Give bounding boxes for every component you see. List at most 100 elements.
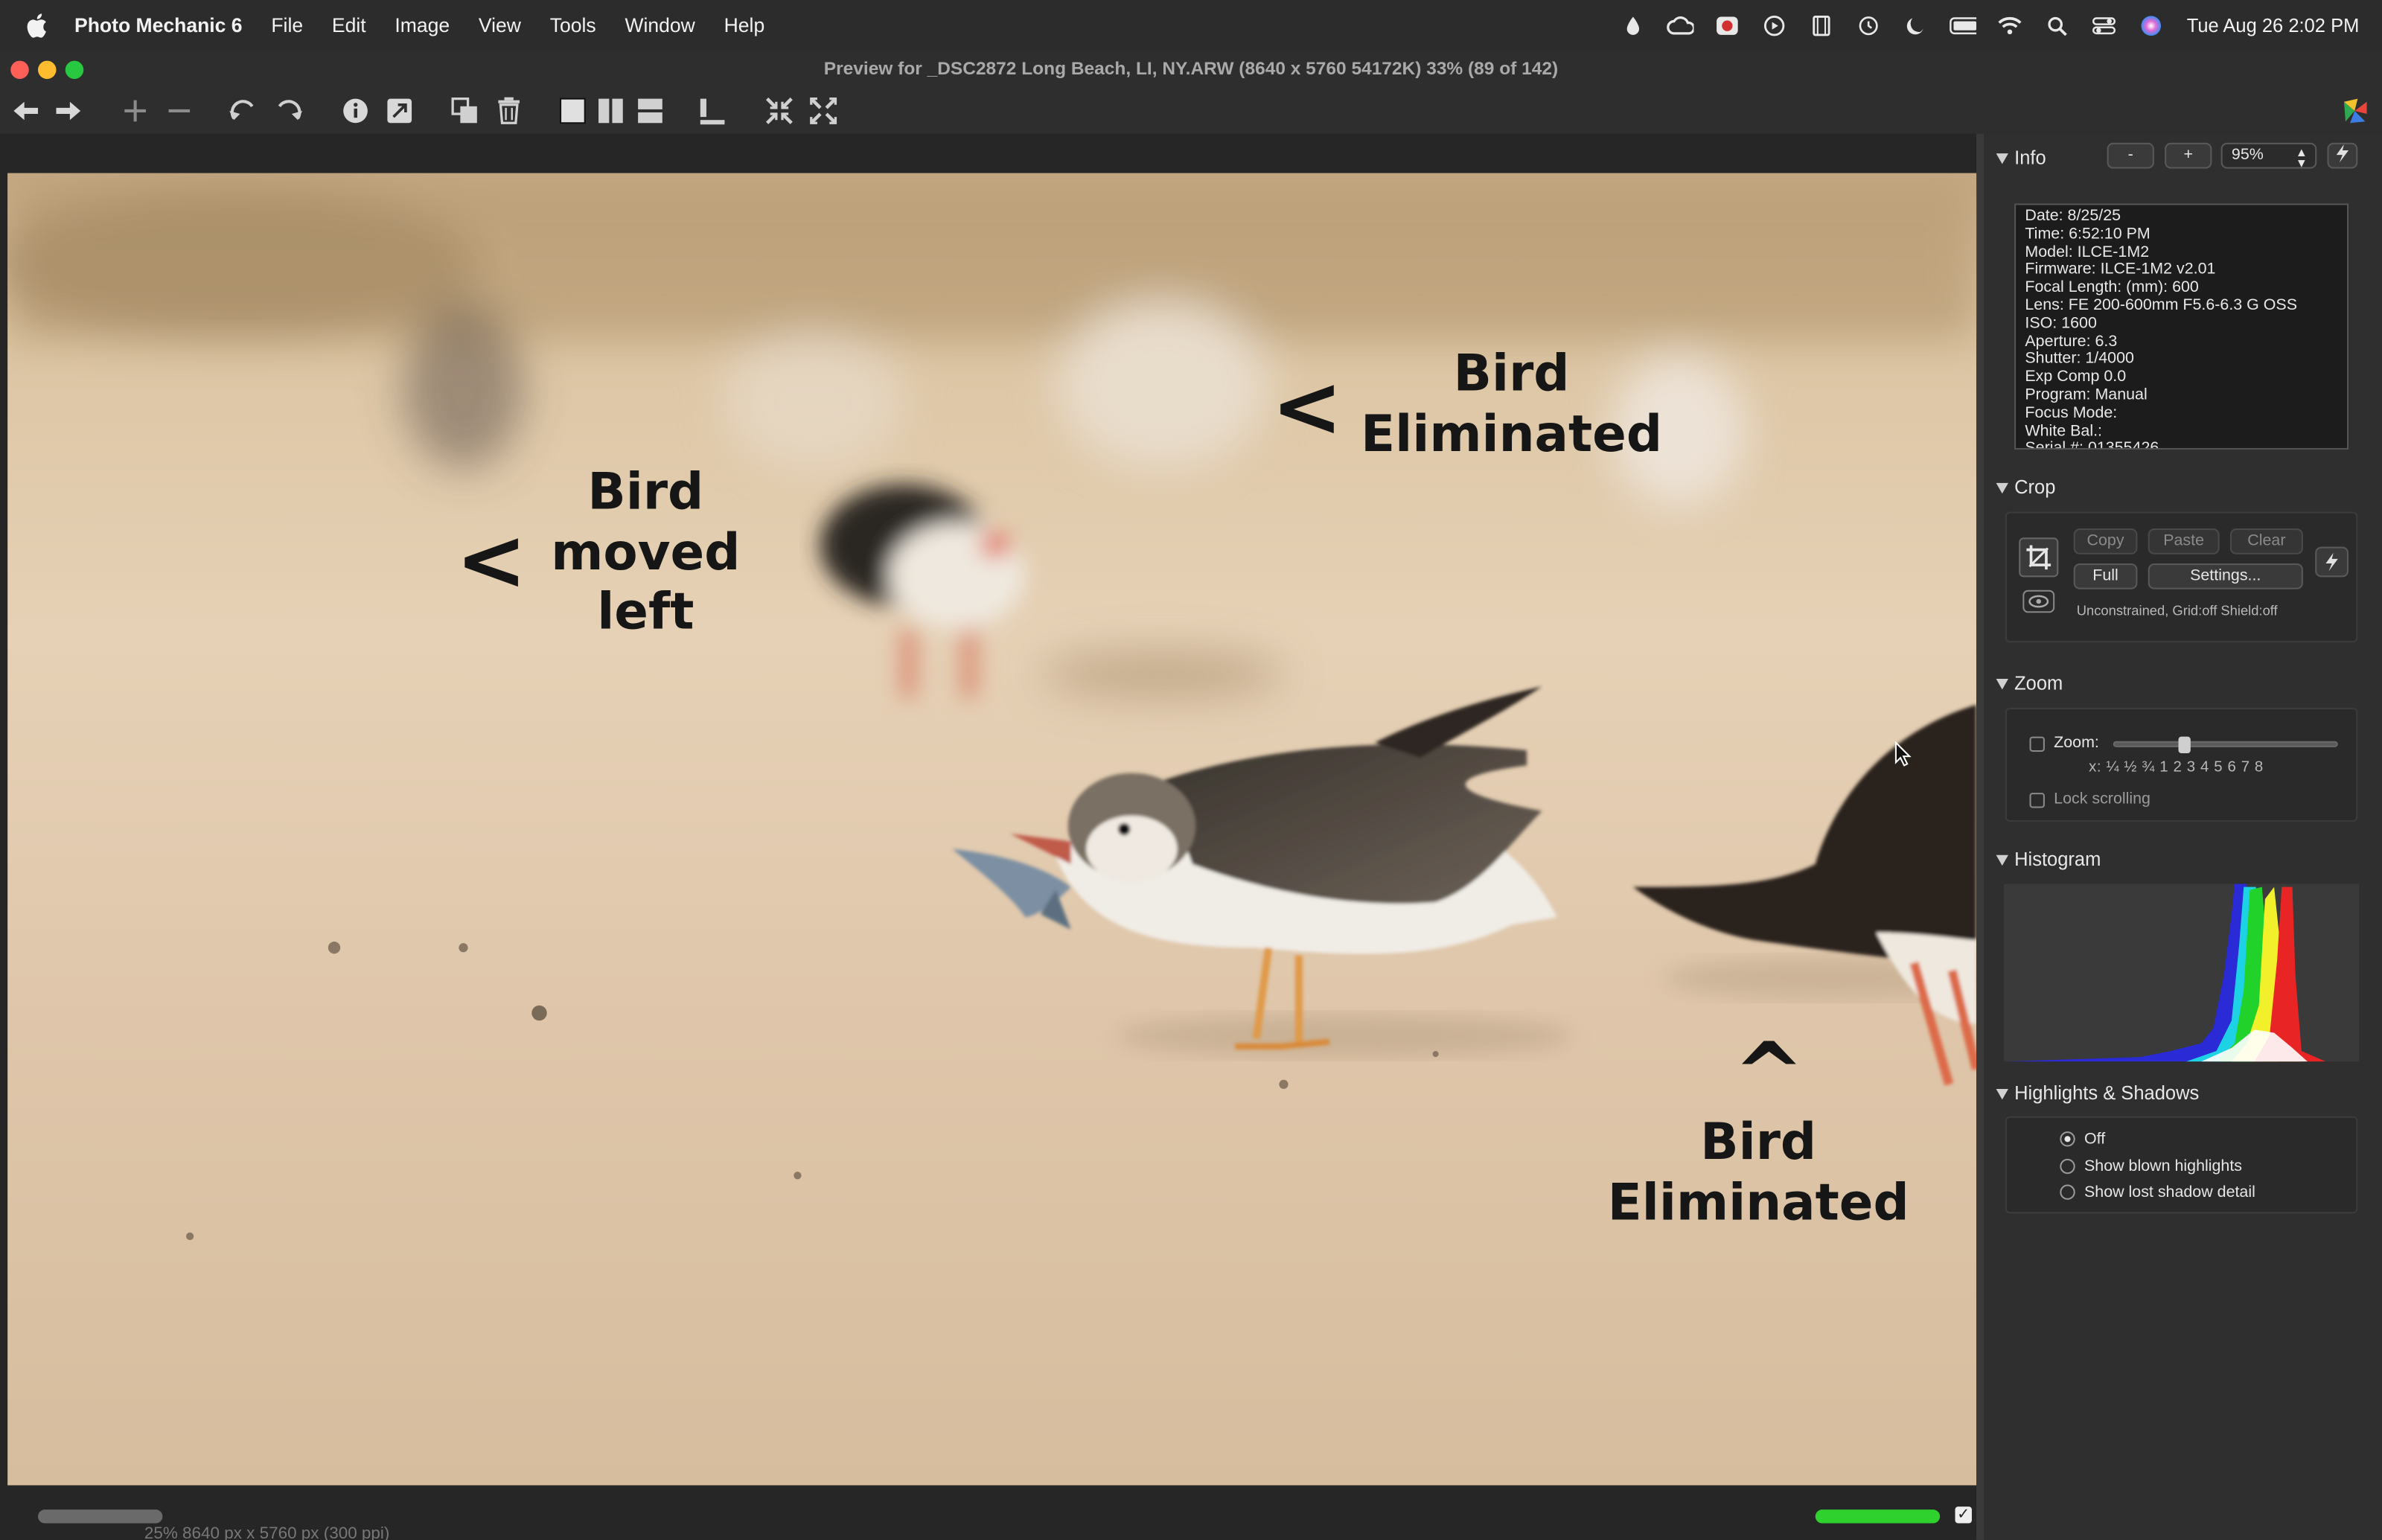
rotate-left-icon[interactable] [226, 95, 260, 128]
zoom-in-icon[interactable] [118, 95, 152, 128]
info-lightning-button[interactable] [2327, 142, 2358, 169]
zoom-out-icon[interactable] [162, 95, 196, 128]
disclosure-triangle-icon[interactable] [1996, 482, 2008, 493]
crop-paste-button[interactable]: Paste [2148, 528, 2220, 555]
filmstrip-layout-icon[interactable] [696, 95, 729, 128]
info-font-larger-button[interactable]: + [2165, 142, 2212, 169]
zoom-slider-thumb[interactable] [2178, 736, 2191, 754]
full-screen-icon[interactable] [807, 95, 840, 128]
disclosure-triangle-icon[interactable] [1996, 1087, 2008, 1099]
moon-icon[interactable] [1903, 14, 1930, 36]
crop-full-button[interactable]: Full [2073, 563, 2138, 590]
spotlight-search-icon[interactable] [2044, 14, 2072, 36]
menu-view[interactable]: View [479, 13, 521, 36]
metadata-line: Time: 6:52:10 PM [2025, 224, 2150, 243]
lock-scrolling-label: Lock scrolling [2054, 790, 2151, 808]
zoom-slider-track[interactable] [2113, 736, 2338, 754]
menu-window[interactable]: Window [625, 13, 695, 36]
radio-show-lost-shadow-detail[interactable] [2060, 1184, 2075, 1200]
menu-tools[interactable]: Tools [550, 13, 596, 36]
info-font-smaller-button[interactable]: - [2107, 142, 2154, 169]
record-app-icon[interactable] [1714, 14, 1742, 36]
annotation-arrow-left-1: < [456, 511, 527, 611]
histogram-graph [2003, 884, 2360, 1062]
disclosure-triangle-icon[interactable] [1996, 854, 2008, 866]
crop-clear-button[interactable]: Clear [2229, 528, 2303, 555]
annotation-bird-moved-left: Bird moved left [524, 461, 767, 642]
menu-clock[interactable]: Tue Aug 26 2:02 PM [2187, 14, 2360, 36]
info-section-title: Info [2014, 147, 2046, 169]
open-external-icon[interactable] [383, 95, 416, 128]
forward-arrow-icon[interactable] [51, 95, 85, 128]
zoom-checkbox[interactable] [2029, 736, 2045, 752]
disclosure-triangle-icon[interactable] [1996, 678, 2008, 689]
metadata-line: Lens: FE 200-600mm F5.6-6.3 G OSS [2025, 295, 2298, 315]
crop-preview-toggle[interactable] [2019, 585, 2058, 619]
horizontal-scroll-thumb[interactable] [38, 1509, 163, 1524]
metadata-line: Firmware: ILCE-1M2 v2.01 [2025, 260, 2216, 279]
image-preview[interactable]: < Bird moved left < Bird Eliminated ^ Bi… [7, 173, 1977, 1486]
status-checkbox[interactable]: ✓ [1955, 1507, 1972, 1524]
rotate-right-icon[interactable] [272, 95, 305, 128]
siri-icon[interactable] [2138, 14, 2165, 36]
photo-mechanic-logo-icon[interactable] [2338, 95, 2372, 128]
info-icon[interactable] [339, 95, 372, 128]
back-arrow-icon[interactable] [9, 95, 42, 128]
trash-icon[interactable] [492, 95, 526, 128]
single-view-icon[interactable] [556, 95, 590, 128]
crop-status-text: Unconstrained, Grid:off Shield:off [2076, 603, 2278, 619]
histogram-section-title: Histogram [2014, 849, 2101, 871]
disclosure-triangle-icon[interactable] [1996, 153, 2008, 164]
metadata-text-box[interactable]: Date: 8/25/25 Time: 6:52:10 PM Model: IL… [2014, 203, 2349, 450]
panel-divider[interactable] [1976, 133, 1985, 1540]
histogram-section-header[interactable]: Histogram [1996, 849, 2101, 871]
metadata-line: Program: Manual [2025, 386, 2148, 404]
info-zoom-select[interactable]: 95% ▲ ▼ [2220, 142, 2317, 170]
crop-box: Copy Paste Clear Full Settings... Uncons… [2005, 511, 2358, 643]
crop-tool-button[interactable] [2019, 537, 2059, 578]
crop-lightning-button[interactable] [2315, 546, 2349, 578]
stepper-arrows-icon: ▲ ▼ [2295, 145, 2308, 170]
annotation-bird-eliminated-bottom: Bird Eliminated [1603, 1112, 1914, 1233]
menu-image[interactable]: Image [395, 13, 450, 36]
annotation-line: Bird [587, 461, 704, 521]
info-panel: Info - + 95% ▲ ▼ Date: 8/25/25 Time: 6:52… [1984, 133, 2382, 1540]
zoom-section-header[interactable]: Zoom [1996, 673, 2063, 694]
radio-show-blown-highlights[interactable] [2060, 1158, 2075, 1175]
eye-icon [2022, 590, 2055, 613]
battery-icon[interactable] [1950, 14, 1978, 36]
apple-icon[interactable] [26, 13, 54, 37]
highlights-section-title: Highlights & Shadows [2014, 1082, 2200, 1105]
radio-off[interactable] [2060, 1131, 2075, 1147]
menu-app-name[interactable]: Photo Mechanic 6 [74, 13, 243, 36]
annotation-line: left [597, 581, 695, 642]
time-machine-icon[interactable] [1856, 14, 1883, 36]
app-screen: Photo Mechanic 6 File Edit Image View To… [0, 0, 2382, 1540]
window-title-bar: Preview for _DSC2872 Long Beach, LI, NY.… [0, 50, 2382, 89]
lock-scrolling-checkbox[interactable] [2029, 793, 2045, 808]
copy-icon[interactable] [448, 95, 482, 128]
control-center-icon[interactable] [2091, 14, 2118, 36]
film-strip-icon[interactable] [1809, 14, 1836, 36]
lightning-icon [2336, 144, 2349, 163]
crop-copy-button[interactable]: Copy [2073, 528, 2138, 555]
fit-window-icon[interactable] [762, 95, 796, 128]
info-section-header[interactable]: Info [1996, 147, 2046, 169]
toolbar [0, 88, 2382, 134]
crop-section-header[interactable]: Crop [1996, 477, 2055, 498]
side-by-side-view-icon[interactable] [594, 95, 628, 128]
menu-edit[interactable]: Edit [332, 13, 366, 36]
highlights-section-header[interactable]: Highlights & Shadows [1996, 1082, 2200, 1105]
mouse-cursor-icon [1894, 741, 1912, 767]
crop-settings-button[interactable]: Settings... [2148, 563, 2303, 590]
radio-show-lost-shadow-detail-label: Show lost shadow detail [2084, 1183, 2255, 1201]
cloud-sync-icon[interactable] [1667, 14, 1695, 36]
menu-file[interactable]: File [271, 13, 303, 36]
annotation-line: Bird [1700, 1111, 1817, 1172]
drop-icon[interactable] [1620, 14, 1647, 36]
menu-help[interactable]: Help [724, 13, 765, 36]
play-circle-icon[interactable] [1761, 14, 1789, 36]
wifi-icon[interactable] [1997, 14, 2025, 36]
stacked-view-icon[interactable] [633, 95, 667, 128]
annotation-line: Eliminated [1361, 403, 1663, 463]
